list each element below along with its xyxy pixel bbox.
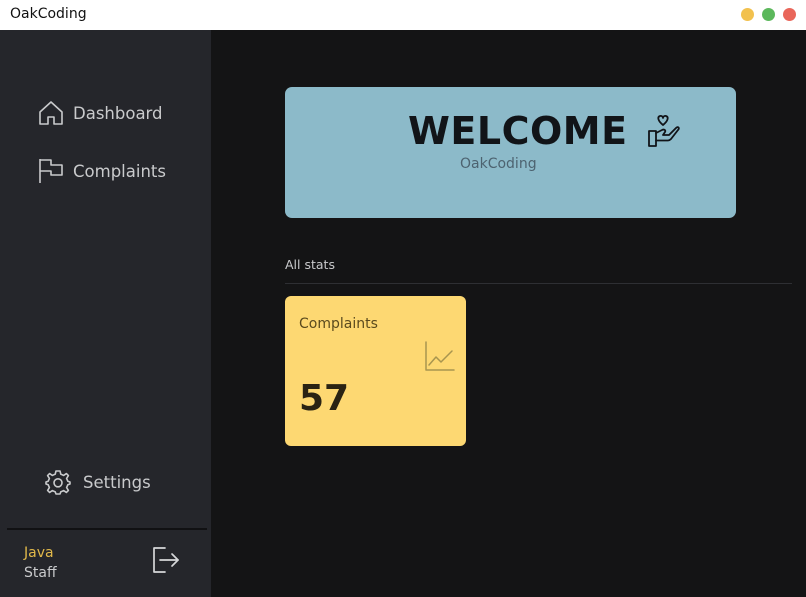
stat-value: 57 [299, 378, 350, 419]
user-role: Java [24, 545, 54, 561]
close-button[interactable] [783, 8, 796, 21]
sidebar-item-label: Dashboard [73, 103, 163, 123]
sidebar-item-dashboard[interactable]: Dashboard [38, 99, 163, 127]
sidebar: Dashboard Complaints Settings Java Staff [0, 30, 211, 597]
home-icon [38, 100, 64, 126]
chart-line-icon [425, 341, 455, 371]
title-bar: OakCoding [0, 0, 806, 30]
sidebar-item-label: Complaints [73, 161, 166, 181]
section-divider [285, 283, 792, 284]
welcome-title: WELCOME [408, 109, 628, 153]
main-content: WELCOME OakCoding All stats Complaints 5… [211, 30, 806, 597]
logout-icon[interactable] [151, 545, 181, 575]
user-department: Staff [24, 565, 57, 581]
app-window: OakCoding Dashboard Complaints Settings … [0, 0, 806, 597]
sidebar-divider [7, 528, 207, 530]
window-title: OakCoding [10, 6, 87, 22]
maximize-button[interactable] [762, 8, 775, 21]
minimize-button[interactable] [741, 8, 754, 21]
stat-card-complaints[interactable]: Complaints 57 [285, 296, 466, 446]
welcome-subtitle: OakCoding [460, 156, 537, 172]
gear-icon [45, 469, 71, 495]
sidebar-item-complaints[interactable]: Complaints [38, 157, 166, 185]
flag-icon [38, 158, 64, 184]
sidebar-item-label: Settings [83, 472, 151, 492]
sidebar-item-settings[interactable]: Settings [45, 468, 151, 496]
section-title: All stats [285, 257, 335, 272]
welcome-card: WELCOME OakCoding [285, 87, 736, 218]
hand-heart-icon [645, 113, 681, 149]
stat-label: Complaints [299, 316, 378, 332]
